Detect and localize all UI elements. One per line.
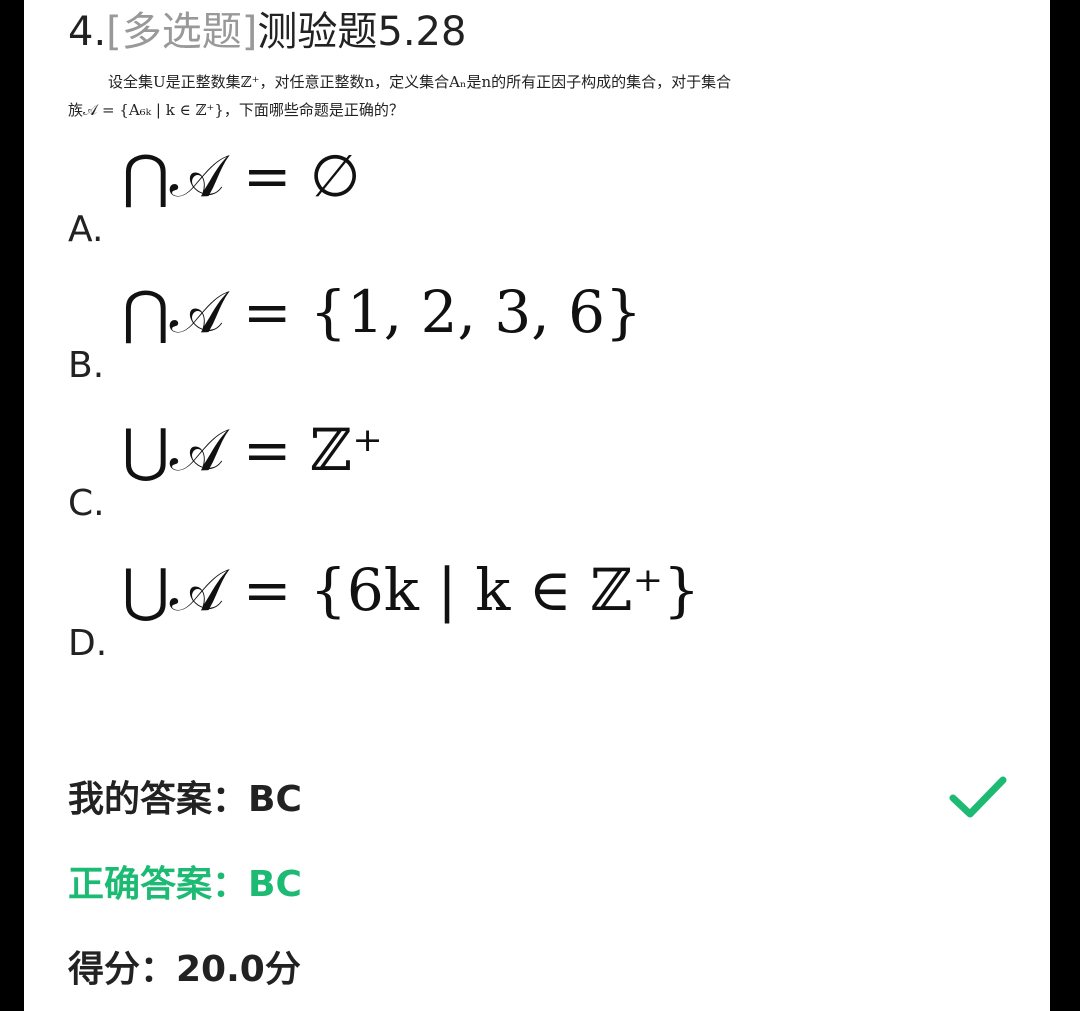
option-b-formula: ⋂𝒜 = {1, 2, 3, 6}	[122, 278, 642, 346]
option-a-formula: ⋂𝒜 = ∅	[122, 142, 361, 210]
question-stem: 设全集U是正整数集ℤ⁺，对任意正整数n，定义集合Aₙ是n的所有正因子构成的集合，…	[68, 68, 828, 124]
option-c-formula: ⋃𝒜 = ℤ⁺	[122, 416, 383, 484]
question-type: [多选题]	[106, 9, 258, 55]
option-b-letter: B.	[68, 345, 105, 386]
option-c-letter: C.	[68, 483, 105, 524]
question-number: 4.	[68, 9, 107, 55]
correct-answer: 正确答案：BC	[68, 864, 302, 905]
question-title: 4.[多选题]测验题5.28	[68, 6, 466, 58]
option-d-formula: ⋃𝒜 = {6k | k ∈ ℤ⁺}	[122, 556, 701, 624]
option-c: ⋃𝒜 = ℤ⁺ C.	[68, 414, 768, 524]
option-a: ⋂𝒜 = ∅ A.	[68, 140, 768, 250]
stem-line-2: 族𝒜 = {A₆ₖ | k ∈ ℤ⁺}，下面哪些命题是正确的？	[68, 101, 404, 119]
check-icon	[949, 776, 1007, 818]
option-d-letter: D.	[68, 623, 108, 664]
question-name: 测验题5.28	[257, 9, 467, 55]
option-d: ⋃𝒜 = {6k | k ∈ ℤ⁺} D.	[68, 554, 768, 664]
my-answer: 我的答案：BC	[68, 779, 302, 820]
stem-line-1: 设全集U是正整数集ℤ⁺，对任意正整数n，定义集合Aₙ是n的所有正因子构成的集合，…	[108, 73, 732, 91]
score: 得分：20.0分	[68, 949, 301, 990]
option-a-letter: A.	[68, 209, 104, 250]
question-card: 4.[多选题]测验题5.28 设全集U是正整数集ℤ⁺，对任意正整数n，定义集合A…	[24, 0, 1050, 1011]
option-b: ⋂𝒜 = {1, 2, 3, 6} B.	[68, 276, 768, 386]
